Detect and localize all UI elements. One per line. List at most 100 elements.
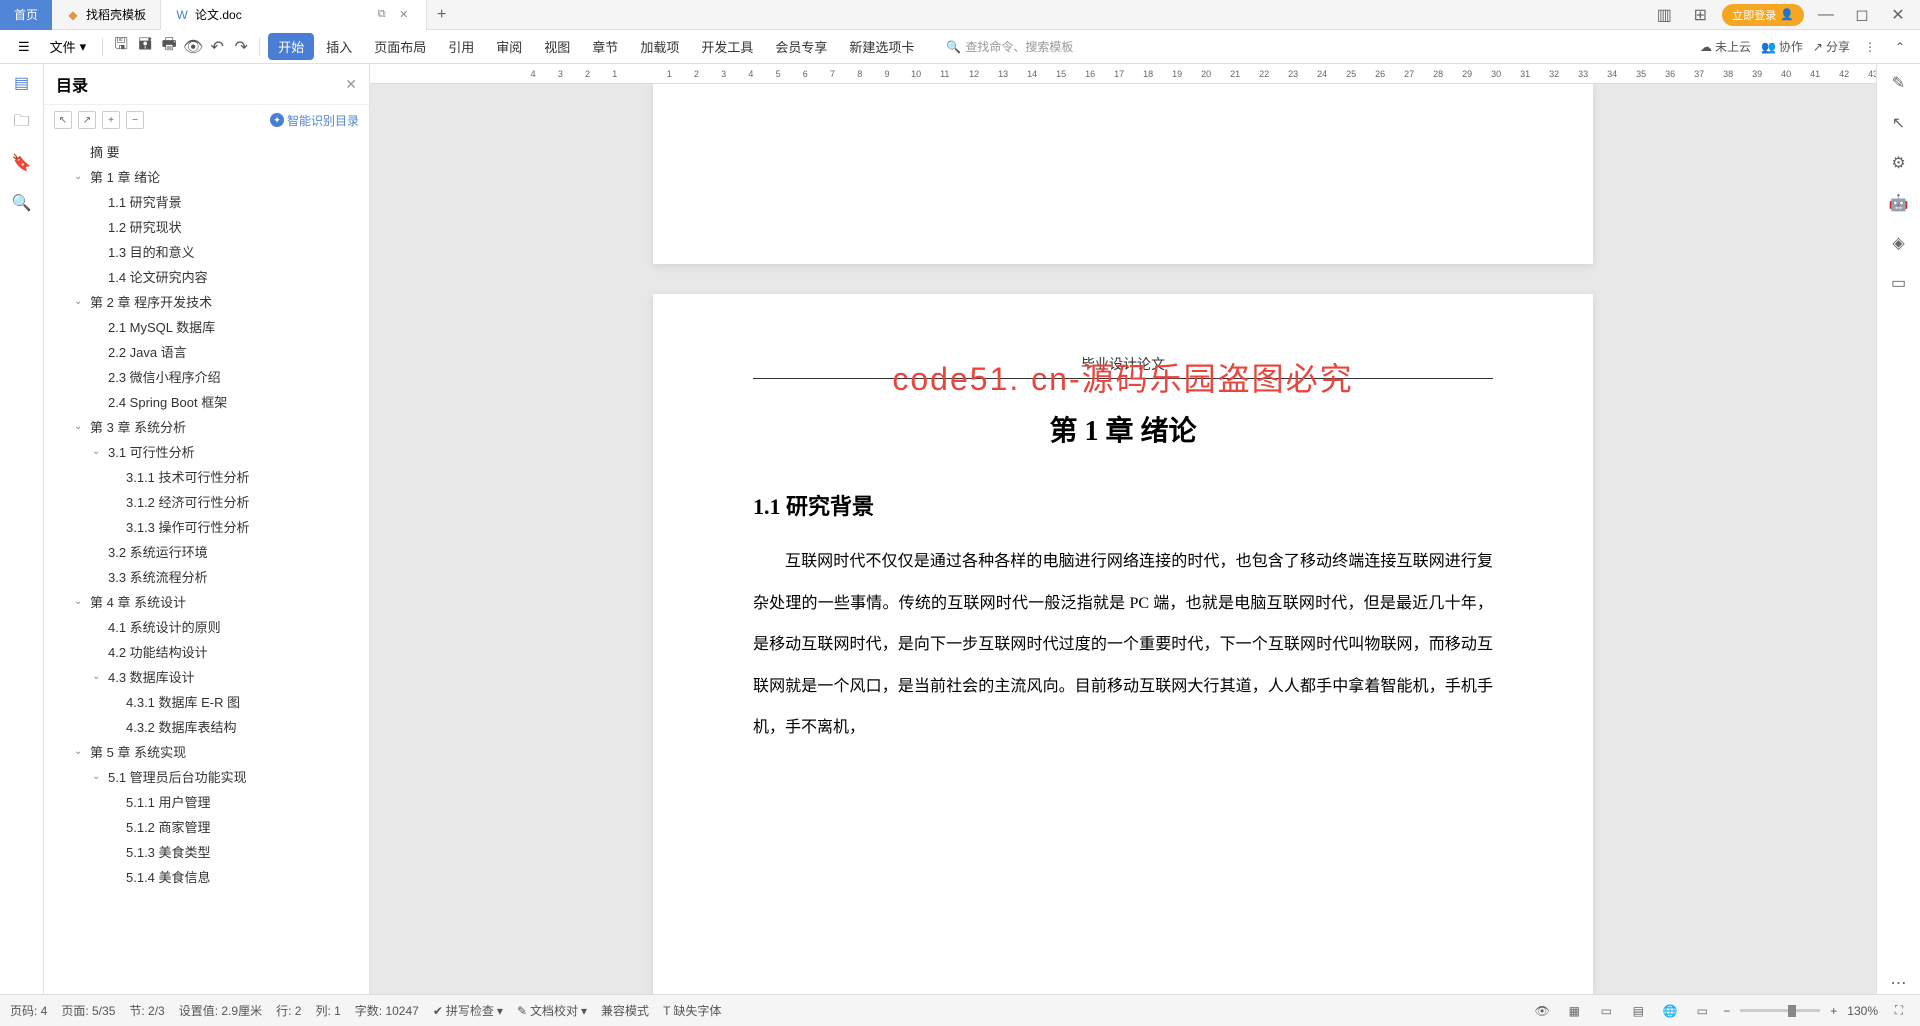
tab-template[interactable]: ◆ 找稻壳模板 (52, 0, 161, 30)
login-button[interactable]: 立即登录👤 (1722, 4, 1804, 26)
outline-item[interactable]: 2.4 Spring Boot 框架 (44, 389, 369, 414)
outline-item[interactable]: ⌄3.1 可行性分析 (44, 439, 369, 464)
outline-item[interactable]: 3.1.1 技术可行性分析 (44, 464, 369, 489)
eye-icon[interactable]: 👁 (1531, 1000, 1553, 1022)
settings-icon[interactable]: ⚙ (1888, 152, 1910, 174)
status-words[interactable]: 字数: 10247 (355, 1002, 419, 1019)
preview-icon[interactable]: 👁 (183, 37, 203, 57)
tab-home[interactable]: 首页 (0, 0, 52, 30)
outline-item[interactable]: 4.2 功能结构设计 (44, 639, 369, 664)
outline-item[interactable]: 4.3.1 数据库 E-R 图 (44, 689, 369, 714)
view-page-icon[interactable]: ▦ (1563, 1000, 1585, 1022)
status-section[interactable]: 节: 2/3 (129, 1002, 164, 1019)
outline-item[interactable]: 4.1 系统设计的原则 (44, 614, 369, 639)
demote-icon[interactable]: ↗ (78, 111, 96, 129)
add-icon[interactable]: + (102, 111, 120, 129)
status-position[interactable]: 设置值: 2.9厘米 (179, 1002, 262, 1019)
remove-icon[interactable]: − (126, 111, 144, 129)
chevron-down-icon[interactable]: ⌄ (74, 296, 86, 307)
menu-5[interactable]: 视图 (534, 33, 580, 60)
zoom-in-button[interactable]: + (1830, 1004, 1837, 1018)
outline-item[interactable]: 1.3 目的和意义 (44, 239, 369, 264)
menu-7[interactable]: 加载项 (630, 33, 689, 60)
search-panel-icon[interactable]: 🔍 (11, 192, 33, 214)
tab-popout-icon[interactable]: ⧉ (374, 7, 390, 23)
ruler[interactable]: 4321123456789101112131415161718192021222… (370, 64, 1876, 84)
outline-item[interactable]: 1.2 研究现状 (44, 214, 369, 239)
outline-item[interactable]: 2.2 Java 语言 (44, 339, 369, 364)
share-button[interactable]: ↗分享 (1813, 38, 1850, 55)
redo-icon[interactable]: ↷ (231, 37, 251, 57)
spellcheck-button[interactable]: ✔拼写检查 ▾ (433, 1002, 503, 1019)
undo-icon[interactable]: ↶ (207, 37, 227, 57)
hamburger-icon[interactable]: ☰ (10, 35, 38, 59)
zoom-thumb[interactable] (1788, 1005, 1796, 1017)
menu-8[interactable]: 开发工具 (691, 33, 763, 60)
outline-item[interactable]: 2.1 MySQL 数据库 (44, 314, 369, 339)
layout-icon[interactable]: ▥ (1650, 1, 1678, 29)
missing-font[interactable]: T缺失字体 (663, 1002, 721, 1019)
outline-item[interactable]: 5.1.3 美食类型 (44, 839, 369, 864)
new-tab-button[interactable]: + (427, 6, 457, 24)
menu-2[interactable]: 页面布局 (364, 33, 436, 60)
diamond-icon[interactable]: ◈ (1888, 232, 1910, 254)
chevron-down-icon[interactable]: ⌄ (92, 446, 104, 457)
menu-4[interactable]: 审阅 (486, 33, 532, 60)
panel-close-icon[interactable]: ✕ (345, 76, 357, 93)
zoom-slider[interactable] (1740, 1009, 1820, 1012)
folder-icon[interactable]: 🗀 (11, 112, 33, 134)
zoom-value[interactable]: 130% (1847, 1004, 1878, 1018)
outline-item[interactable]: 4.3.2 数据库表结构 (44, 714, 369, 739)
page-scroll-area[interactable]: 毕业设计论文 code51. cn-源码乐园盗图必究 第 1 章 绪论 1.1 … (370, 84, 1876, 994)
outline-item[interactable]: ⌄4.3 数据库设计 (44, 664, 369, 689)
outline-item[interactable]: 5.1.1 用户管理 (44, 789, 369, 814)
globe-icon[interactable]: 🌐 (1659, 1000, 1681, 1022)
compat-mode[interactable]: 兼容模式 (601, 1002, 649, 1019)
outline-item[interactable]: ⌄第 4 章 系统设计 (44, 589, 369, 614)
outline-item[interactable]: 1.4 论文研究内容 (44, 264, 369, 289)
reading-icon[interactable]: ▭ (1691, 1000, 1713, 1022)
menu-10[interactable]: 新建选项卡 (839, 33, 924, 60)
page-current[interactable]: 毕业设计论文 code51. cn-源码乐园盗图必究 第 1 章 绪论 1.1 … (653, 294, 1593, 994)
chapter-title[interactable]: 第 1 章 绪论 (753, 409, 1493, 449)
more-tools-icon[interactable]: ⋯ (1888, 972, 1910, 994)
menu-3[interactable]: 引用 (438, 33, 484, 60)
outline-item[interactable]: ⌄5.1 管理员后台功能实现 (44, 764, 369, 789)
outline-item[interactable]: ⌄第 3 章 系统分析 (44, 414, 369, 439)
chevron-down-icon[interactable]: ⌄ (74, 746, 86, 757)
status-page-no[interactable]: 页码: 4 (10, 1002, 47, 1019)
promote-icon[interactable]: ↖ (54, 111, 72, 129)
save-as-icon[interactable]: 🖬 (135, 37, 155, 57)
chevron-down-icon[interactable]: ⌄ (74, 171, 86, 182)
outline-item[interactable]: ⌄第 2 章 程序开发技术 (44, 289, 369, 314)
content-check-button[interactable]: ✎文档校对 ▾ (517, 1002, 587, 1019)
outline-icon[interactable]: ▤ (11, 72, 33, 94)
view-web-icon[interactable]: ▭ (1595, 1000, 1617, 1022)
outline-item[interactable]: ⌄第 1 章 绪论 (44, 164, 369, 189)
cloud-status[interactable]: ☁未上云 (1700, 38, 1751, 55)
chevron-down-icon[interactable]: ⌄ (92, 671, 104, 682)
chevron-down-icon[interactable]: ⌄ (74, 596, 86, 607)
outline-item[interactable]: 5.1.4 美食信息 (44, 864, 369, 889)
file-menu[interactable]: 文件 ▾ (42, 33, 95, 60)
status-page[interactable]: 页面: 5/35 (61, 1002, 115, 1019)
outline-item[interactable]: 3.3 系统流程分析 (44, 564, 369, 589)
smart-toc-button[interactable]: ✦智能识别目录 (270, 112, 359, 129)
save-icon[interactable]: 🖫 (111, 37, 131, 57)
outline-item[interactable]: ⌄第 5 章 系统实现 (44, 739, 369, 764)
outline-item[interactable]: 摘 要 (44, 139, 369, 164)
tab-document[interactable]: W 论文.doc ⧉ ✕ (161, 0, 427, 30)
tab-close-icon[interactable]: ✕ (396, 7, 412, 23)
view-outline-icon[interactable]: ▤ (1627, 1000, 1649, 1022)
close-icon[interactable]: ✕ (1884, 1, 1912, 29)
outline-item[interactable]: 3.1.2 经济可行性分析 (44, 489, 369, 514)
outline-item[interactable]: 2.3 微信小程序介绍 (44, 364, 369, 389)
bookmark-icon[interactable]: 🔖 (11, 152, 33, 174)
chevron-down-icon[interactable]: ⌄ (92, 771, 104, 782)
apps-icon[interactable]: ⊞ (1686, 1, 1714, 29)
menu-6[interactable]: 章节 (582, 33, 628, 60)
menu-9[interactable]: 会员专享 (765, 33, 837, 60)
minimize-icon[interactable]: — (1812, 1, 1840, 29)
pen-icon[interactable]: ✎ (1888, 72, 1910, 94)
robot-icon[interactable]: 🤖 (1888, 192, 1910, 214)
